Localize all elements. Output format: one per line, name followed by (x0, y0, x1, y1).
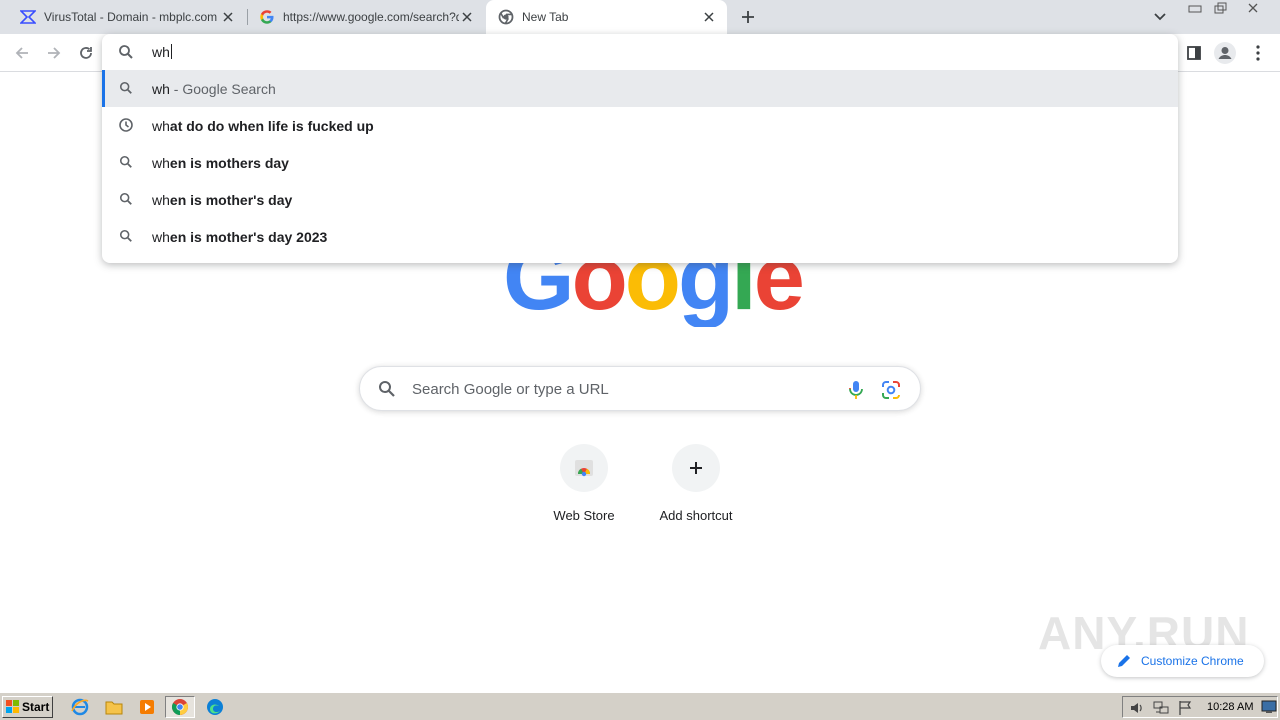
show-desktop-icon[interactable] (1261, 700, 1277, 714)
history-icon (118, 117, 134, 133)
suggestion-text: what do do when life is fucked up (152, 118, 374, 134)
chevron-down-icon (1154, 13, 1166, 21)
network-icon[interactable] (1153, 700, 1169, 716)
google-g-icon (259, 9, 275, 25)
plus-icon (690, 462, 702, 474)
new-tab-button[interactable] (736, 5, 760, 29)
tab-new-tab[interactable]: New Tab (486, 0, 727, 34)
internet-explorer-icon[interactable] (70, 697, 90, 717)
screen: VirusTotal - Domain - mbplc.com https://… (0, 0, 1280, 720)
restore-icon (1214, 2, 1227, 14)
suggestion-text: wh - Google Search (152, 81, 276, 97)
suggestion-text: when is mother's day (152, 192, 293, 208)
file-explorer-icon[interactable] (104, 697, 124, 717)
search-icon (119, 45, 133, 59)
shortcut-icon-tile (672, 444, 720, 492)
side-panel-icon (1187, 46, 1201, 60)
tab-google-search[interactable]: https://www.google.com/search?q= (239, 0, 485, 34)
customize-label: Customize Chrome (1141, 654, 1244, 668)
windows-flag-icon (6, 700, 19, 713)
suggestion-item[interactable]: wh - Google Search (102, 70, 1178, 107)
address-input-text: wh (152, 44, 170, 60)
tab-search-button[interactable] (1150, 7, 1170, 27)
close-tab-icon[interactable] (220, 9, 236, 25)
tab-title: https://www.google.com/search?q= (283, 10, 459, 24)
action-center-flag-icon[interactable] (1177, 700, 1193, 716)
microphone-icon[interactable] (846, 379, 866, 401)
text-caret (170, 44, 172, 59)
shortcut-icon-tile (560, 444, 608, 492)
address-bar[interactable]: wh (102, 34, 1178, 70)
virustotal-icon (20, 9, 36, 25)
suggestion-item[interactable]: what do do when life is fucked up (102, 107, 1178, 144)
media-player-icon[interactable] (137, 697, 157, 717)
shortcut-label: Add shortcut (659, 508, 733, 523)
taskbar-clock[interactable]: 10:28 AM (1207, 701, 1253, 713)
web-store-icon (575, 460, 593, 477)
minimize-button[interactable] (1184, 0, 1206, 16)
tab-title: VirusTotal - Domain - mbplc.com (44, 10, 218, 24)
back-arrow-icon (15, 47, 28, 59)
ntp-search-box[interactable]: Search Google or type a URL (359, 366, 921, 411)
pencil-icon (1118, 655, 1130, 667)
suggestion-item[interactable]: when is mothers day (102, 144, 1178, 181)
restore-button[interactable] (1210, 0, 1232, 16)
close-icon (1248, 3, 1258, 13)
windows-taskbar: Start 10:28 AM (0, 692, 1280, 720)
close-window-button[interactable] (1242, 0, 1264, 16)
chrome-taskbar-icon[interactable] (165, 696, 195, 718)
reload-button[interactable] (74, 41, 98, 65)
close-tab-icon[interactable] (701, 9, 717, 25)
start-button[interactable]: Start (2, 696, 53, 718)
search-placeholder: Search Google or type a URL (412, 381, 609, 398)
edge-icon[interactable] (205, 697, 225, 717)
start-label: Start (22, 700, 50, 714)
omnibox-dropdown: wh wh - Google Search what do do when li… (102, 34, 1178, 263)
customize-chrome-button[interactable]: Customize Chrome (1101, 645, 1264, 677)
suggestion-item[interactable]: when is mother's day 2023 (102, 218, 1178, 255)
forward-button[interactable] (42, 41, 66, 65)
tab-strip: VirusTotal - Domain - mbplc.com https://… (0, 0, 1280, 34)
minimize-icon (1188, 5, 1202, 13)
plus-icon (742, 11, 754, 23)
suggestion-text: when is mothers day (152, 155, 289, 171)
search-icon (379, 381, 395, 397)
search-icon (118, 80, 134, 96)
tab-virustotal[interactable]: VirusTotal - Domain - mbplc.com (0, 0, 246, 34)
reload-icon (80, 47, 92, 59)
search-icon (118, 228, 134, 244)
search-icon (118, 191, 134, 207)
shortcut-web-store[interactable]: Web Store (528, 444, 640, 528)
tab-title: New Tab (522, 10, 569, 24)
suggestion-text: when is mother's day 2023 (152, 229, 328, 245)
more-vert-icon (1256, 45, 1260, 61)
suggestion-item[interactable]: when is mother's day (102, 181, 1178, 218)
system-tray: 10:28 AM (1122, 696, 1278, 718)
shortcut-add[interactable]: Add shortcut (640, 444, 752, 528)
back-button[interactable] (10, 41, 34, 65)
forward-arrow-icon (48, 47, 61, 59)
volume-icon[interactable] (1129, 700, 1145, 716)
menu-button[interactable] (1247, 42, 1269, 64)
avatar-icon (1214, 42, 1236, 64)
side-panel-button[interactable] (1183, 42, 1205, 64)
profile-button[interactable] (1214, 42, 1236, 64)
close-tab-icon[interactable] (459, 9, 475, 25)
address-input[interactable]: wh (152, 44, 172, 60)
chrome-icon (498, 9, 514, 25)
search-icon (118, 154, 134, 170)
shortcut-label: Web Store (553, 508, 615, 523)
google-lens-icon[interactable] (880, 379, 902, 401)
